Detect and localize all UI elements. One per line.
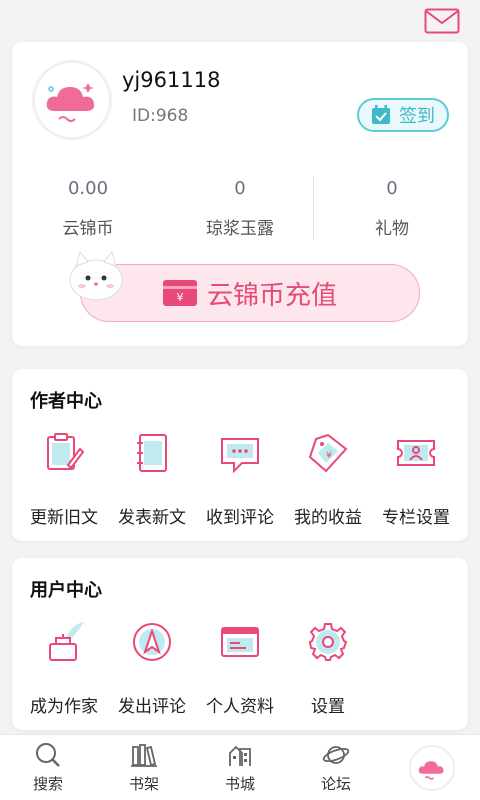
wallet-yen-icon: ¥ (162, 280, 197, 306)
compass-arrow-icon (133, 623, 171, 661)
author-grid: 更新旧文 发表新文 收到评论 ¥ 我的收益 专栏设置 (12, 431, 468, 528)
ticket-profile-icon (397, 440, 435, 466)
cloud-avatar-icon (418, 761, 444, 780)
nav-item-me[interactable] (384, 735, 480, 800)
user-grid: 成为作家 发出评论 个人资料 设置 (12, 620, 468, 717)
grid-item-label: 成为作家 (30, 697, 98, 717)
bookshelf-icon (131, 744, 157, 767)
stat-label: 云锦币 (62, 219, 114, 239)
mail-icon[interactable] (424, 8, 460, 34)
calendar-check-icon (372, 105, 390, 124)
stat-label: 琼浆玉露 (206, 219, 274, 239)
stat-divider (313, 176, 314, 240)
recharge-button[interactable]: ¥ 云锦币充值 (80, 264, 420, 322)
stat-value: 0 (386, 178, 398, 199)
checkin-button[interactable]: 签到 (357, 98, 449, 132)
search-icon (36, 743, 60, 767)
grid-item-label: 设置 (311, 697, 345, 717)
nav-item-search[interactable]: 搜索 (0, 735, 96, 800)
stat-value: 0.00 (67, 178, 109, 199)
section-title: 作者中心 (30, 391, 102, 412)
grid-item-label: 我的收益 (294, 508, 362, 528)
stat-gifts[interactable]: 0 礼物 (316, 174, 468, 244)
cat-mascot-icon (69, 250, 123, 301)
grid-item-label: 发出评论 (118, 697, 186, 717)
nav-item-bookstore[interactable]: 书城 (192, 735, 288, 800)
username: yj961118 (122, 68, 221, 92)
grid-item-profile-info[interactable]: 个人资料 (196, 620, 284, 717)
author-center-card: 作者中心 更新旧文 发表新文 收到评论 ¥ 我的收益 专栏设置 (12, 369, 468, 541)
top-bar (0, 0, 480, 42)
price-tag-icon: ¥ (308, 433, 348, 473)
id-card-icon (221, 627, 259, 657)
grid-item-become-author[interactable]: 成为作家 (20, 620, 108, 717)
grid-item-comments-received[interactable]: 收到评论 (196, 431, 284, 528)
nav-item-forum[interactable]: 论坛 (288, 735, 384, 800)
svg-text:¥: ¥ (326, 451, 332, 461)
user-id: ID:968 (132, 106, 189, 126)
nav-item-bookshelf[interactable]: 书架 (96, 735, 192, 800)
grid-item-label: 发表新文 (118, 508, 186, 528)
grid-item-my-earnings[interactable]: ¥ 我的收益 (284, 431, 372, 528)
stat-nectar[interactable]: 0 琼浆玉露 (164, 174, 316, 244)
grid-item-update-old[interactable]: 更新旧文 (20, 431, 108, 528)
nav-label: 书城 (224, 775, 255, 793)
recharge-label: 云锦币充值 (206, 280, 337, 311)
grid-item-column-settings[interactable]: 专栏设置 (372, 431, 460, 528)
avatar[interactable] (32, 60, 112, 140)
user-center-card: 用户中心 成为作家 发出评论 个人资料 设置 (12, 558, 468, 730)
bookstore-icon (229, 745, 251, 766)
section-title: 用户中心 (30, 580, 102, 601)
nav-label: 论坛 (320, 775, 351, 793)
grid-item-label: 收到评论 (206, 508, 274, 528)
nav-label: 书架 (128, 775, 159, 793)
profile-card: yj961118 ID:968 签到 0.00 云锦币 0 琼浆玉露 0 礼物 … (12, 42, 468, 346)
stat-value: 0 (234, 178, 246, 199)
grid-item-settings[interactable]: 设置 (284, 620, 372, 717)
nav-avatar (409, 745, 455, 791)
grid-item-post-comment[interactable]: 发出评论 (108, 620, 196, 717)
clipboard-edit-icon (47, 433, 85, 470)
svg-text:¥: ¥ (176, 291, 183, 304)
stats-row: 0.00 云锦币 0 琼浆玉露 0 礼物 (12, 174, 468, 244)
grid-item-label: 专栏设置 (382, 508, 450, 528)
quill-inkpot-icon (49, 622, 84, 661)
grid-item-label: 个人资料 (206, 697, 274, 717)
nav-label: 搜索 (32, 775, 63, 793)
gear-icon (308, 623, 348, 661)
cloud-avatar-icon (46, 83, 95, 122)
planet-forum-icon (322, 746, 350, 764)
stat-label: 礼物 (375, 219, 409, 239)
stat-coins[interactable]: 0.00 云锦币 (12, 174, 164, 244)
notebook-icon (137, 434, 167, 472)
bottom-nav: 搜索 书架 书城 论坛 (0, 734, 480, 800)
grid-item-label: 更新旧文 (30, 508, 98, 528)
checkin-label: 签到 (399, 106, 435, 127)
grid-item-new-post[interactable]: 发表新文 (108, 431, 196, 528)
comment-bubble-icon (221, 438, 259, 474)
